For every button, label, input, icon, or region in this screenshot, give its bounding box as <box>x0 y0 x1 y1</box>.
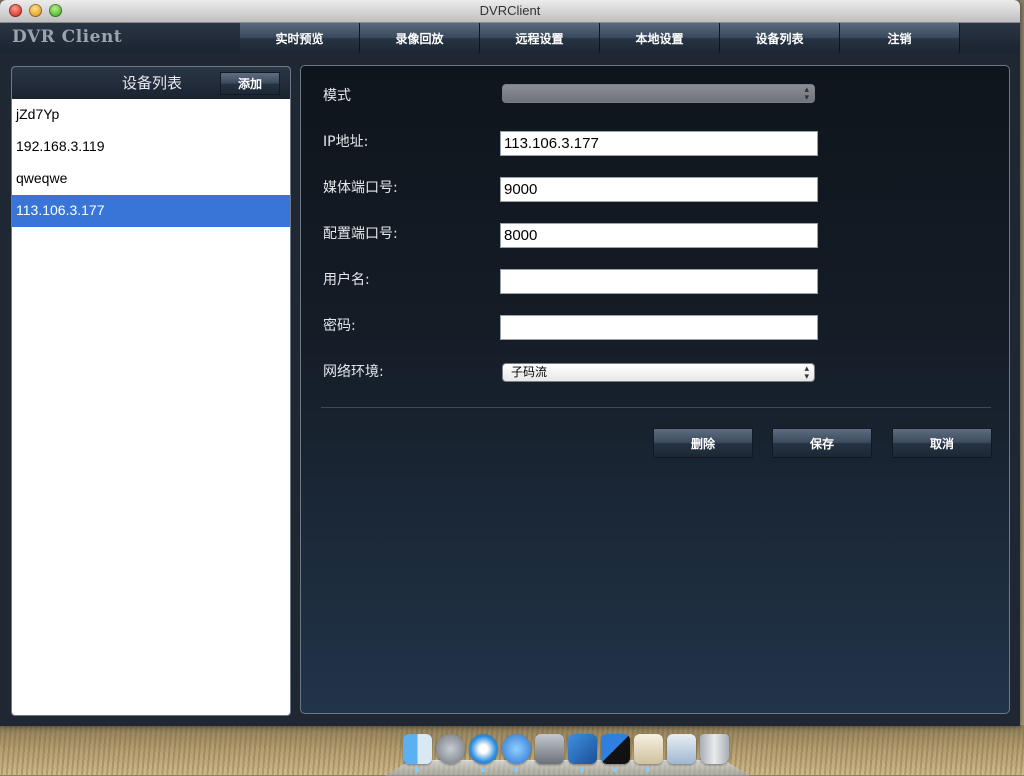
window-title: DVRClient <box>479 3 541 18</box>
mode-label: 模式 <box>323 88 351 104</box>
device-list-panel: 设备列表 添加 jZd7Yp 192.168.3.119 qweqwe 113.… <box>11 66 291 716</box>
media-port-label: 媒体端口号: <box>323 180 398 196</box>
itunes-icon[interactable] <box>502 734 531 772</box>
device-list-title: 设备列表 <box>121 74 182 92</box>
form-divider <box>321 407 991 408</box>
password-label: 密码: <box>323 318 356 334</box>
nav-logout[interactable]: 注销 <box>840 23 960 53</box>
nav-device-list[interactable]: 设备列表 <box>720 23 840 53</box>
xcode-icon[interactable] <box>568 734 597 772</box>
running-indicator <box>580 768 584 772</box>
stepper-arrows-icon: ▴ ▾ <box>804 85 809 103</box>
running-indicator <box>481 768 485 772</box>
launchpad-icon[interactable] <box>436 734 465 764</box>
preview-icon[interactable] <box>667 734 696 764</box>
device-item[interactable]: qweqwe <box>12 163 290 195</box>
ip-address-input[interactable] <box>500 131 818 156</box>
nav-local-settings[interactable]: 本地设置 <box>600 23 720 53</box>
cancel-button[interactable]: 取消 <box>892 428 992 458</box>
nav-playback[interactable]: 录像回放 <box>360 23 480 53</box>
config-port-label: 配置端口号: <box>323 226 398 242</box>
dock <box>385 729 750 776</box>
textedit-icon[interactable] <box>634 734 663 772</box>
running-indicator <box>514 768 518 772</box>
nav-live-preview[interactable]: 实时预览 <box>240 23 360 53</box>
device-item[interactable]: jZd7Yp <box>12 99 290 131</box>
app-window: DVRClient DVR Client 实时预览 录像回放 远程设置 本地设置… <box>0 0 1020 726</box>
device-list: jZd7Yp 192.168.3.119 qweqwe 113.106.3.17… <box>12 99 290 227</box>
main-nav: 实时预览 录像回放 远程设置 本地设置 设备列表 注销 <box>240 23 960 53</box>
add-device-button[interactable]: 添加 <box>220 72 280 95</box>
stepper-arrows-icon: ▴ ▾ <box>804 364 809 382</box>
network-label: 网络环境: <box>323 364 384 380</box>
running-indicator <box>646 768 650 772</box>
mode-select[interactable]: ▴ ▾ <box>502 84 815 103</box>
config-port-input[interactable] <box>500 223 818 248</box>
system-preferences-icon[interactable] <box>535 734 564 764</box>
safari-icon[interactable] <box>469 734 498 772</box>
app-header: DVR Client 实时预览 录像回放 远程设置 本地设置 设备列表 注销 <box>0 23 1020 53</box>
username-input[interactable] <box>500 269 818 294</box>
ip-label: IP地址: <box>323 134 369 150</box>
device-list-header: 设备列表 添加 <box>12 67 290 99</box>
device-item[interactable]: 192.168.3.119 <box>12 131 290 163</box>
network-select-value: 子码流 <box>511 365 548 379</box>
finder-icon[interactable] <box>403 734 432 772</box>
device-form-panel: 模式 ▴▾ IP地址: 媒体端口号: 配置端口号: 用户名: 密码: 网络环境:… <box>300 65 1010 714</box>
running-indicator <box>613 768 617 772</box>
app-icon[interactable] <box>601 734 630 772</box>
media-port-input[interactable] <box>500 177 818 202</box>
trash-icon[interactable] <box>700 734 729 764</box>
network-select[interactable]: 子码流 ▴ ▾ <box>502 363 815 382</box>
device-item-selected[interactable]: 113.106.3.177 <box>12 195 290 227</box>
username-label: 用户名: <box>323 272 370 288</box>
save-button[interactable]: 保存 <box>772 428 872 458</box>
running-indicator <box>415 768 419 772</box>
title-bar: DVRClient <box>0 0 1020 23</box>
dock-icons <box>403 734 729 772</box>
app-logo: DVR Client <box>12 27 123 47</box>
delete-button[interactable]: 删除 <box>653 428 753 458</box>
password-input[interactable] <box>500 315 818 340</box>
nav-remote-settings[interactable]: 远程设置 <box>480 23 600 53</box>
